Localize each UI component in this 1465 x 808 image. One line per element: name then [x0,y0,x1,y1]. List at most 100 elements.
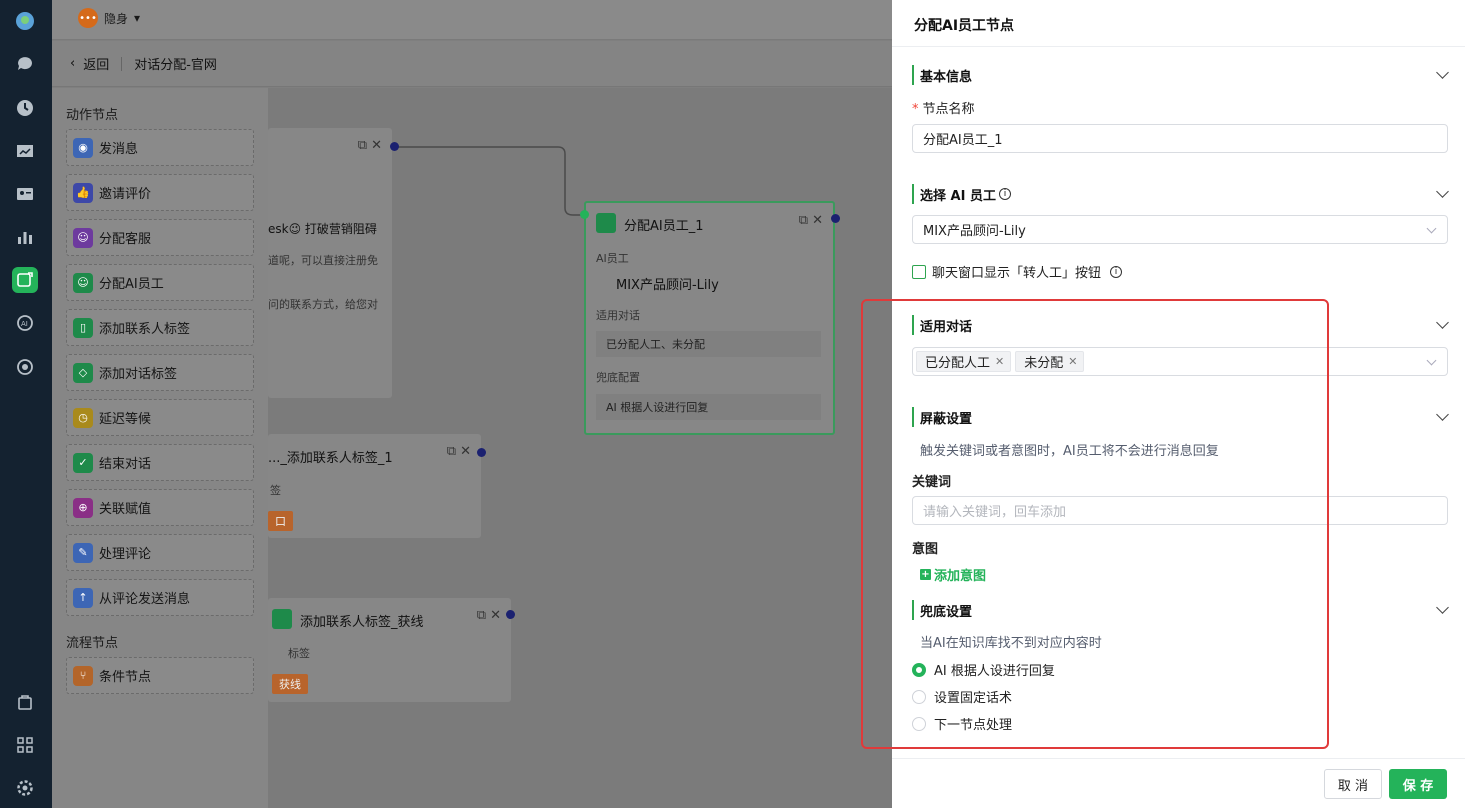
flow-canvas[interactable]: ⧉ ✕ esk😉 打破营销阻碍 道呢，可以直接注册免 问的联系方式，给您对 分配… [268,88,892,808]
palette-section-title: 动作节点 [66,108,119,123]
ai-staff-icon: ☺ [73,272,93,293]
palette-item-label: 处理评论 [99,547,152,562]
palette-item-condition[interactable]: ⑂ 条件节点 [66,657,254,694]
node-title: 添加联系人标签_获线 [300,615,424,630]
input-port[interactable] [580,210,589,219]
palette-item-assign-value[interactable]: ⊕ 关联赋值 [66,489,254,526]
contact-card-icon[interactable] [12,181,38,207]
section-shield-settings[interactable]: 屏蔽设置 [912,407,1449,427]
palette-item-assign-agent[interactable]: ☺ 分配客服 [66,219,254,256]
node-title: ..._添加联系人标签_1 [268,451,393,466]
chat-icon[interactable] [12,51,38,77]
contact-tag-node-card[interactable]: 添加联系人标签_获线 ⧉ ✕ 标签 获线 [268,598,511,702]
back-link[interactable]: 返回 [83,54,109,73]
palette-section-title: 流程节点 [66,636,119,651]
node-text: 问的联系方式，给您对 [268,298,378,311]
required-mark: * [912,102,919,117]
check-icon: ✓ [73,452,93,473]
ai-icon[interactable]: AI [12,310,38,336]
radio-dot[interactable] [912,662,926,677]
radio-dot[interactable] [912,716,926,731]
palette-item-delay[interactable]: ◷ 延迟等候 [66,399,254,436]
copy-close-icon[interactable]: ⧉ ✕ [477,608,501,623]
tag-badge: 获线 [272,674,308,694]
palette-item-send-from-comment[interactable]: ↑ 从评论发送消息 [66,579,254,616]
output-port[interactable] [390,142,399,151]
chevron-down-icon[interactable] [1436,601,1449,614]
thumbs-up-icon: 👍 [73,182,93,203]
dialog-chip[interactable]: 未分配 ✕ [1015,351,1085,372]
keyword-input[interactable]: 请输入关键词，回车添加 [912,496,1448,525]
target-icon[interactable] [12,354,38,380]
flow-edit-icon[interactable] [12,267,38,293]
branch-icon: ⑂ [73,665,93,686]
palette-item-send-message[interactable]: ◉ 发消息 [66,129,254,166]
info-icon[interactable]: i [998,188,1011,200]
agent-icon: ☺ [73,227,93,248]
copy-close-icon[interactable]: ⧉ ✕ [447,444,471,459]
copy-close-icon[interactable]: ⧉ ✕ [799,213,823,228]
cancel-button[interactable]: 取 消 [1324,769,1382,799]
node-text: esk😉 打破营销阻碍 [268,222,377,236]
node-field-label: 兜底配置 [596,371,640,384]
chevron-down-icon [1426,355,1437,366]
avatar[interactable] [12,8,38,34]
output-port[interactable] [831,214,840,223]
section-applicable-dialog[interactable]: 适用对话 [912,315,1449,335]
plus-icon: + [920,569,931,580]
chevron-down-icon[interactable] [1436,66,1449,79]
history-icon[interactable] [12,95,38,121]
palette-item-label: 添加对话标签 [99,367,178,382]
message-node-card[interactable]: ⧉ ✕ esk😉 打破营销阻碍 道呢，可以直接注册免 问的联系方式，给您对 [268,128,392,398]
section-basic-info[interactable]: 基本信息 [912,65,1449,85]
save-button[interactable]: 保 存 [1389,769,1447,799]
settings-gear-icon[interactable] [12,775,38,801]
bag-icon[interactable] [12,689,38,715]
ai-staff-select[interactable]: MIX产品顾问-Lily [912,215,1448,244]
node-name-label-text: 节点名称 [922,102,975,117]
divider [121,56,123,71]
nav-rail: AI [0,0,52,808]
ai-node-card[interactable]: 分配AI员工_1 ⧉ ✕ AI员工 MIX产品顾问-Lily 适用对话 已分配人… [584,201,835,435]
chevron-down-icon[interactable] [1436,316,1449,329]
palette-item-assign-ai[interactable]: ☺ 分配AI员工 [66,264,254,301]
palette-item-handle-comment[interactable]: ✎ 处理评论 [66,534,254,571]
radio-fixed-script[interactable]: 设置固定话术 [912,687,1012,706]
dialog-multiselect[interactable]: 已分配人工 ✕ 未分配 ✕ [912,347,1448,376]
close-icon[interactable]: ✕ [1068,355,1077,368]
output-port[interactable] [506,610,515,619]
info-icon[interactable]: i [1110,265,1123,278]
radio-next-node[interactable]: 下一节点处理 [912,714,1012,733]
palette-item-add-contact-tag[interactable]: ▯ 添加联系人标签 [66,309,254,346]
chevron-left-icon[interactable]: ‹ [70,56,75,71]
section-select-ai[interactable]: 选择 AI 员工 i [912,184,1449,204]
output-port[interactable] [477,448,486,457]
contact-tag-node-card[interactable]: ..._添加联系人标签_1 ⧉ ✕ 签 口 [268,434,481,538]
checkbox-box[interactable] [912,264,926,279]
radio-ai-reply[interactable]: AI 根据人设进行回复 [912,660,1055,679]
dashboard-icon[interactable] [12,139,38,165]
palette-item-add-dialog-tag[interactable]: ◇ 添加对话标签 [66,354,254,391]
palette-item-invite-rating[interactable]: 👍 邀请评价 [66,174,254,211]
radio-dot[interactable] [912,689,926,704]
add-intent-button[interactable]: + 添加意图 [920,565,986,584]
close-icon[interactable]: ✕ [995,355,1004,368]
section-fallback-settings[interactable]: 兜底设置 [912,600,1449,620]
apps-icon[interactable] [12,732,38,758]
transfer-button-checkbox[interactable]: 聊天窗口显示「转人工」按钮 i [912,262,1123,281]
section-title: 屏蔽设置 [920,411,973,427]
dialog-chip[interactable]: 已分配人工 ✕ [916,351,1012,372]
palette-item-label: 分配客服 [99,232,152,247]
bar-chart-icon[interactable] [12,224,38,250]
node-field-label: 标签 [288,647,310,660]
chevron-down-icon[interactable] [1436,185,1449,198]
node-name-input[interactable]: 分配AI员工_1 [912,124,1448,153]
copy-close-icon[interactable]: ⧉ ✕ [358,138,382,153]
node-title: 分配AI员工_1 [624,219,704,234]
intent-label: 意图 [912,542,939,557]
status-selector[interactable]: ••• 隐身 ▾ [78,8,140,28]
palette-item-end-dialog[interactable]: ✓ 结束对话 [66,444,254,481]
comment-icon: ✎ [73,542,93,563]
status-label: 隐身 [104,11,129,26]
chevron-down-icon[interactable] [1436,408,1449,421]
